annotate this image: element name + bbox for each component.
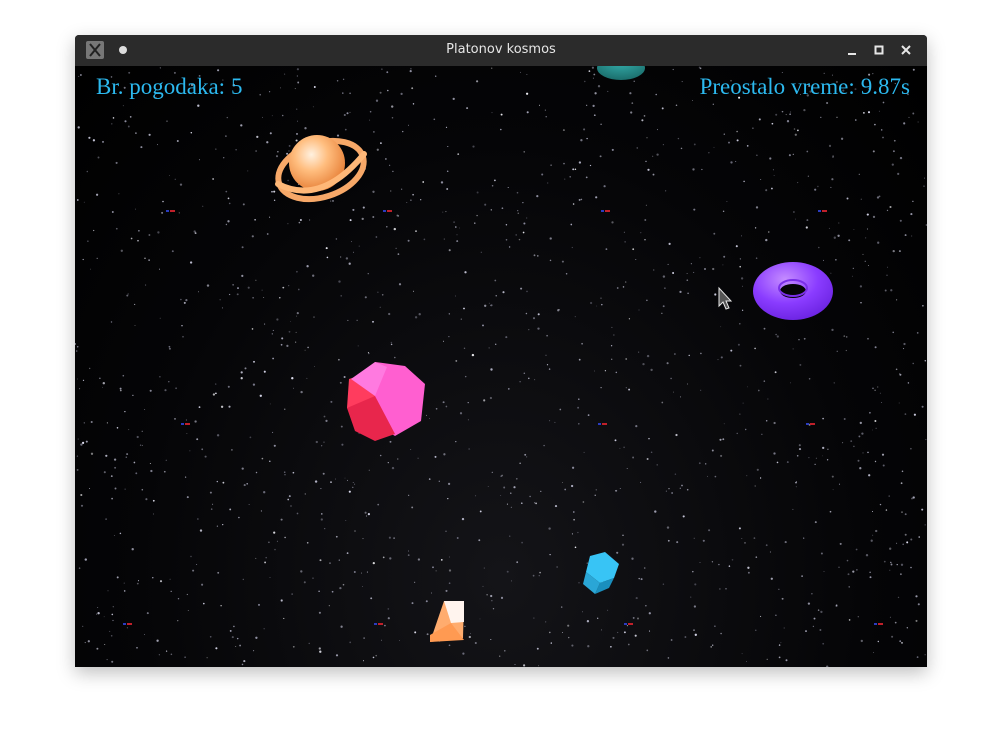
teal-sphere[interactable] (597, 66, 645, 80)
cyan-cube[interactable] (583, 552, 619, 594)
purple-torus[interactable] (753, 262, 833, 320)
hits-value: 5 (231, 74, 243, 99)
orange-octahedron[interactable] (430, 601, 464, 642)
window-title: Platonov kosmos (446, 42, 556, 57)
game-window: Platonov kosmos Br. pogodaka: 5 Preostal… (75, 35, 927, 667)
pink-dodecahedron[interactable] (347, 362, 425, 441)
time-label: Preostalo vreme: (699, 74, 855, 99)
minimize-icon[interactable] (843, 41, 861, 59)
time-remaining: Preostalo vreme: 9.87s (700, 74, 910, 100)
game-canvas[interactable]: Br. pogodaka: 5 Preostalo vreme: 9.87s (75, 66, 927, 667)
ringed-planet[interactable] (271, 131, 371, 210)
mouse-pointer-icon (718, 286, 733, 310)
title-bar[interactable]: Platonov kosmos (75, 35, 927, 66)
maximize-icon[interactable] (870, 41, 888, 59)
hits-label: Br. pogodaka: (96, 74, 226, 99)
hits-counter: Br. pogodaka: 5 (96, 74, 243, 100)
close-icon[interactable] (897, 41, 915, 59)
time-value: 9.87s (860, 74, 910, 99)
objects-layer (271, 66, 833, 642)
